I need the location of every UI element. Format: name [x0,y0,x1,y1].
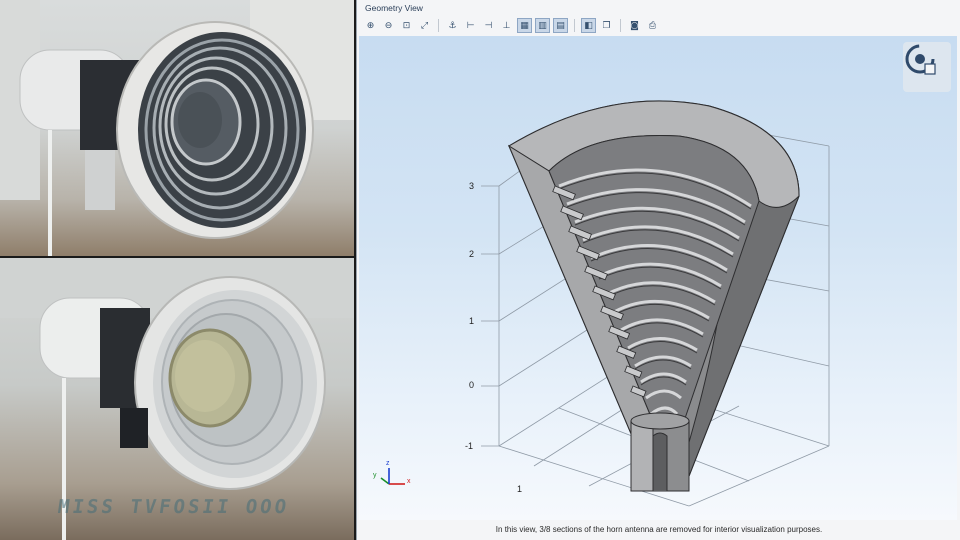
zoom-box-icon[interactable]: ⊡ [399,18,414,33]
graphics-viewport[interactable]: 3 2 1 0 -1 1 z y x [359,36,957,520]
xy-view-icon[interactable]: ⊢ [463,18,478,33]
toolbar-separator [438,19,439,32]
horn-antenna-model [380,100,830,507]
photo-watermark: MISS TVFOSII OOO [56,496,291,518]
zx-view-icon[interactable]: ⊥ [499,18,514,33]
z-tick-0: 0 [469,380,475,390]
triad-x-label: x [407,478,411,485]
app-logo-icon [905,44,936,75]
view-settings-icon[interactable]: ◧ [581,18,596,33]
camera-icon[interactable]: ◙ [627,18,642,33]
triad-y-label: y [373,472,377,479]
geometry-view-window: Geometry View ⊕ ⊖ ⊡ ⤢ ⚓ ⊢ ⊣ ⊥ ▦ ▥ ▤ ◧ ❐ … [356,0,960,540]
z-tick-minus1: -1 [465,441,474,451]
window-title: Geometry View [365,3,423,13]
yz-view-icon[interactable]: ⊣ [481,18,496,33]
z-tick-2: 2 [469,249,475,259]
zoom-extents-icon[interactable]: ⤢ [417,18,432,33]
horn-photo-bottom: MISS TVFOSII OOO [0,258,354,540]
z-tick-3: 3 [469,181,475,191]
horn-photo-top [0,0,354,256]
toolbar-separator [574,19,575,32]
horn-photo-top-drawing [0,0,354,256]
copy-view-icon[interactable]: ❐ [599,18,614,33]
app-logo-badge [903,42,951,92]
print-icon[interactable]: ⎙ [645,18,660,33]
zoom-out-icon[interactable]: ⊖ [381,18,396,33]
render-wireframe-icon[interactable]: ▦ [517,18,532,33]
viewport-caption: In this view, 3/8 sections of the horn a… [357,520,960,540]
render-transparency-icon[interactable]: ▥ [535,18,550,33]
toolbar-separator [620,19,621,32]
y-tick-1: 1 [517,484,523,494]
anchor-icon[interactable]: ⚓ [445,18,460,33]
render-scene-light-icon[interactable]: ▤ [553,18,568,33]
z-tick-1: 1 [469,316,475,326]
triad-z-label: z [386,460,390,467]
coordinate-triad [380,468,405,485]
geometry-toolbar: ⊕ ⊖ ⊡ ⤢ ⚓ ⊢ ⊣ ⊥ ▦ ▥ ▤ ◧ ❐ ◙ ⎙ [357,16,960,35]
zoom-in-icon[interactable]: ⊕ [363,18,378,33]
